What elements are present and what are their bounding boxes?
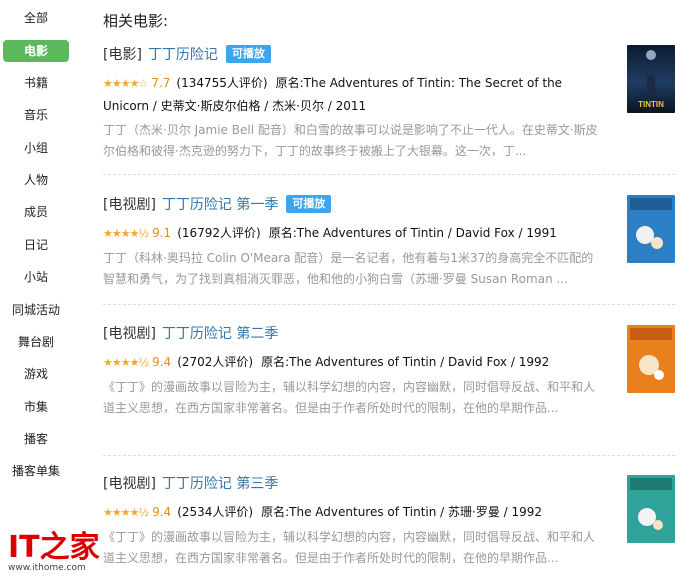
result-description: 丁丁（杰米·贝尔 Jamie Bell 配音）和白雪的故事可以说是影响了不止一代… bbox=[103, 123, 598, 158]
sidebar-item-games[interactable]: 游戏 bbox=[3, 363, 69, 385]
result-meta: ★★★★½ 9.4 (2702人评价) 原名:The Adventures of Ti… bbox=[103, 351, 578, 374]
sidebar-item-diary[interactable]: 日记 bbox=[3, 234, 69, 256]
rating-score: 9.4 bbox=[152, 355, 172, 369]
rating-stars-icon: ★★★★½ bbox=[103, 227, 149, 240]
poster-image[interactable]: TINTIN bbox=[627, 45, 675, 113]
ithome-logo: IT之家 www.ithome.com bbox=[8, 530, 100, 574]
divider bbox=[103, 455, 675, 456]
divider bbox=[103, 304, 675, 305]
poster-image[interactable] bbox=[627, 195, 675, 263]
result-item: [电视剧] 丁丁历险记 第一季 可播放 ★★★★½ 9.1 (16792人评价) 原名:T… bbox=[103, 194, 675, 290]
result-title-link[interactable]: 丁丁历险记 第三季 bbox=[162, 476, 278, 492]
result-meta: ★★★★½ 9.1 (16792人评价) 原名:The Adventures of T… bbox=[103, 222, 578, 245]
result-description: 丁丁（科林·奥玛拉 Colin O'Meara 配音）是一名记者，他有着与1米3… bbox=[103, 251, 594, 286]
sidebar-item-podcast[interactable]: 播客 bbox=[3, 428, 69, 450]
sidebar-item-movie[interactable]: 电影 bbox=[3, 40, 69, 62]
sidebar-item-market[interactable]: 市集 bbox=[3, 396, 69, 418]
section-title: 相关电影: bbox=[103, 12, 169, 30]
poster-image[interactable] bbox=[627, 325, 675, 393]
sidebar-item-members[interactable]: 成员 bbox=[3, 201, 69, 223]
sidebar-item-all[interactable]: 全部 bbox=[3, 7, 69, 29]
sidebar-item-site[interactable]: 小站 bbox=[3, 266, 69, 288]
result-type: [电视剧] bbox=[103, 476, 156, 492]
rating-score: 9.4 bbox=[152, 505, 172, 519]
rating-stars-icon: ★★★★½ bbox=[103, 356, 149, 369]
sidebar-item-groups[interactable]: 小组 bbox=[3, 137, 69, 159]
result-description: 《丁丁》的漫画故事以冒险为主，辅以科学幻想的内容，内容幽默，同时倡导反战、和平和… bbox=[103, 530, 596, 565]
result-meta: ★★★★☆ 7.7 (134755人评价) 原名:The Adventures of … bbox=[103, 72, 578, 117]
rating-stars-icon: ★★★★☆ bbox=[103, 77, 148, 90]
rating-count: (2534人评价) bbox=[177, 505, 254, 519]
rating-count: (2702人评价) bbox=[177, 355, 254, 369]
playable-badge[interactable]: 可播放 bbox=[225, 45, 271, 63]
sidebar-item-music[interactable]: 音乐 bbox=[3, 104, 69, 126]
svg-text:TINTIN: TINTIN bbox=[638, 100, 664, 109]
sidebar-item-people[interactable]: 人物 bbox=[3, 169, 69, 191]
rating-score: 7.7 bbox=[151, 76, 171, 90]
playable-badge[interactable]: 可播放 bbox=[286, 195, 332, 213]
rating-count: (134755人评价) bbox=[176, 76, 268, 90]
logo-mark: IT之家 bbox=[8, 530, 100, 565]
original-info: 原名:The Adventures of Tintin / David Fox … bbox=[268, 226, 557, 240]
result-description: 《丁丁》的漫画故事以冒险为主，辅以科学幻想的内容，内容幽默，同时倡导反战、和平和… bbox=[103, 380, 596, 415]
original-info: 原名:The Adventures of Tintin / 苏珊·罗曼 / 19… bbox=[261, 505, 543, 519]
original-info: 原名:The Adventures of Tintin: The Secret … bbox=[103, 76, 563, 113]
sidebar-item-events[interactable]: 同城活动 bbox=[3, 299, 69, 321]
result-item: [电视剧] 丁丁历险记 第三季 ★★★★½ 9.4 (2534人评价) 原名:The A… bbox=[103, 473, 675, 569]
result-title-link[interactable]: 丁丁历险记 第一季 bbox=[162, 197, 278, 213]
result-title-link[interactable]: 丁丁历险记 bbox=[148, 47, 218, 63]
result-type: [电影] bbox=[103, 47, 142, 63]
poster-image[interactable] bbox=[627, 475, 675, 543]
result-title-link[interactable]: 丁丁历险记 第二季 bbox=[162, 326, 278, 342]
rating-count: (16792人评价) bbox=[177, 226, 261, 240]
result-item: [电影] 丁丁历险记 可播放 ★★★★☆ 7.7 (134755人评价) 原名:The A… bbox=[103, 44, 675, 162]
divider bbox=[103, 174, 675, 175]
sidebar-item-books[interactable]: 书籍 bbox=[3, 72, 69, 94]
result-type: [电视剧] bbox=[103, 197, 156, 213]
original-info: 原名:The Adventures of Tintin / David Fox … bbox=[261, 355, 550, 369]
result-type: [电视剧] bbox=[103, 326, 156, 342]
sidebar-item-stage[interactable]: 舞台剧 bbox=[3, 331, 69, 353]
result-item: [电视剧] 丁丁历险记 第二季 ★★★★½ 9.4 (2702人评价) 原名:The A… bbox=[103, 323, 675, 419]
sidebar-item-podcast-episodes[interactable]: 播客单集 bbox=[3, 460, 69, 482]
result-meta: ★★★★½ 9.4 (2534人评价) 原名:The Adventures of Ti… bbox=[103, 501, 578, 524]
rating-stars-icon: ★★★★½ bbox=[103, 506, 149, 519]
rating-score: 9.1 bbox=[152, 226, 172, 240]
